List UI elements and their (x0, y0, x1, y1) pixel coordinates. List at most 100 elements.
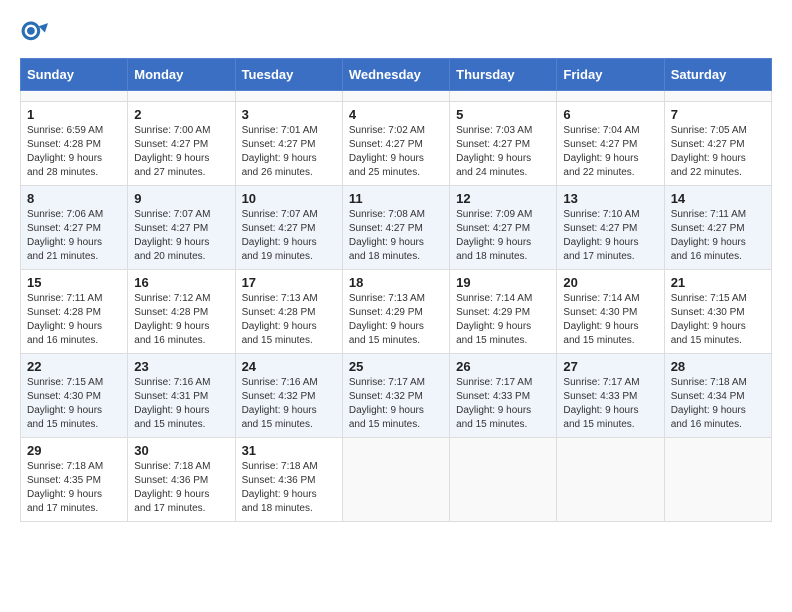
calendar-cell (450, 91, 557, 102)
day-number: 11 (349, 191, 443, 206)
day-number: 15 (27, 275, 121, 290)
day-info: Sunrise: 7:17 AMSunset: 4:33 PMDaylight:… (563, 376, 657, 432)
calendar-cell: 26 Sunrise: 7:17 AMSunset: 4:33 PMDayligh… (450, 354, 557, 438)
day-header-monday: Monday (128, 59, 235, 91)
calendar-cell: 2 Sunrise: 7:00 AMSunset: 4:27 PMDaylight… (128, 102, 235, 186)
calendar-cell: 29 Sunrise: 7:18 AMSunset: 4:35 PMDayligh… (21, 438, 128, 522)
calendar-cell: 15 Sunrise: 7:11 AMSunset: 4:28 PMDayligh… (21, 270, 128, 354)
day-number: 10 (242, 191, 336, 206)
calendar-cell: 6Sunrise: 7:04 AMSunset: 4:27 PMDaylight… (557, 102, 664, 186)
calendar-cell (664, 438, 771, 522)
day-number: 17 (242, 275, 336, 290)
calendar-cell (342, 91, 449, 102)
week-row-1 (21, 91, 772, 102)
week-row-2: 1 Sunrise: 6:59 AMSunset: 4:28 PMDaylight… (21, 102, 772, 186)
calendar-cell: 18 Sunrise: 7:13 AMSunset: 4:29 PMDayligh… (342, 270, 449, 354)
day-number: 4 (349, 107, 443, 122)
day-info: Sunrise: 7:07 AMSunset: 4:27 PMDaylight:… (242, 208, 336, 264)
week-row-6: 29 Sunrise: 7:18 AMSunset: 4:35 PMDayligh… (21, 438, 772, 522)
day-number: 18 (349, 275, 443, 290)
calendar-cell: 28 Sunrise: 7:18 AMSunset: 4:34 PMDayligh… (664, 354, 771, 438)
day-info: Sunrise: 7:02 AMSunset: 4:27 PMDaylight:… (349, 124, 443, 180)
week-row-3: 8 Sunrise: 7:06 AMSunset: 4:27 PMDaylight… (21, 186, 772, 270)
day-number: 1 (27, 107, 121, 122)
day-info: Sunrise: 7:01 AMSunset: 4:27 PMDaylight:… (242, 124, 336, 180)
day-info: Sunrise: 6:59 AMSunset: 4:28 PMDaylight:… (27, 124, 121, 180)
day-number: 13 (563, 191, 657, 206)
calendar-cell: 8 Sunrise: 7:06 AMSunset: 4:27 PMDaylight… (21, 186, 128, 270)
calendar-cell: 13Sunrise: 7:10 AMSunset: 4:27 PMDayligh… (557, 186, 664, 270)
calendar-cell (557, 438, 664, 522)
day-number: 2 (134, 107, 228, 122)
day-number: 6 (563, 107, 657, 122)
calendar-cell: 1 Sunrise: 6:59 AMSunset: 4:28 PMDaylight… (21, 102, 128, 186)
day-info: Sunrise: 7:06 AMSunset: 4:27 PMDaylight:… (27, 208, 121, 264)
day-number: 8 (27, 191, 121, 206)
calendar-cell: 20 Sunrise: 7:14 AMSunset: 4:30 PMDayligh… (557, 270, 664, 354)
calendar-cell: 31Sunrise: 7:18 AMSunset: 4:36 PMDayligh… (235, 438, 342, 522)
day-number: 14 (671, 191, 765, 206)
calendar-cell: 25 Sunrise: 7:17 AMSunset: 4:32 PMDayligh… (342, 354, 449, 438)
calendar-cell: 30Sunrise: 7:18 AMSunset: 4:36 PMDayligh… (128, 438, 235, 522)
calendar-cell: 11Sunrise: 7:08 AMSunset: 4:27 PMDayligh… (342, 186, 449, 270)
calendar-cell (342, 438, 449, 522)
day-info: Sunrise: 7:12 AMSunset: 4:28 PMDaylight:… (134, 292, 228, 348)
day-info: Sunrise: 7:18 AMSunset: 4:35 PMDaylight:… (27, 460, 121, 516)
calendar-cell: 12 Sunrise: 7:09 AMSunset: 4:27 PMDayligh… (450, 186, 557, 270)
day-number: 29 (27, 443, 121, 458)
calendar-cell: 10 Sunrise: 7:07 AMSunset: 4:27 PMDayligh… (235, 186, 342, 270)
day-header-thursday: Thursday (450, 59, 557, 91)
calendar-cell (664, 91, 771, 102)
day-info: Sunrise: 7:17 AMSunset: 4:33 PMDaylight:… (456, 376, 550, 432)
day-number: 26 (456, 359, 550, 374)
day-number: 7 (671, 107, 765, 122)
day-number: 30 (134, 443, 228, 458)
week-row-4: 15 Sunrise: 7:11 AMSunset: 4:28 PMDayligh… (21, 270, 772, 354)
calendar-cell: 3 Sunrise: 7:01 AMSunset: 4:27 PMDaylight… (235, 102, 342, 186)
calendar-table: SundayMondayTuesdayWednesdayThursdayFrid… (20, 58, 772, 522)
day-number: 3 (242, 107, 336, 122)
calendar-cell: 24Sunrise: 7:16 AMSunset: 4:32 PMDayligh… (235, 354, 342, 438)
day-header-row: SundayMondayTuesdayWednesdayThursdayFrid… (21, 59, 772, 91)
day-info: Sunrise: 7:13 AMSunset: 4:29 PMDaylight:… (349, 292, 443, 348)
day-info: Sunrise: 7:07 AMSunset: 4:27 PMDaylight:… (134, 208, 228, 264)
day-info: Sunrise: 7:14 AMSunset: 4:30 PMDaylight:… (563, 292, 657, 348)
day-header-friday: Friday (557, 59, 664, 91)
day-number: 31 (242, 443, 336, 458)
calendar-cell: 19Sunrise: 7:14 AMSunset: 4:29 PMDayligh… (450, 270, 557, 354)
day-number: 27 (563, 359, 657, 374)
day-info: Sunrise: 7:11 AMSunset: 4:28 PMDaylight:… (27, 292, 121, 348)
calendar-cell (557, 91, 664, 102)
day-header-sunday: Sunday (21, 59, 128, 91)
day-info: Sunrise: 7:00 AMSunset: 4:27 PMDaylight:… (134, 124, 228, 180)
calendar-cell: 17 Sunrise: 7:13 AMSunset: 4:28 PMDayligh… (235, 270, 342, 354)
day-number: 19 (456, 275, 550, 290)
day-number: 12 (456, 191, 550, 206)
calendar-cell: 22Sunrise: 7:15 AMSunset: 4:30 PMDayligh… (21, 354, 128, 438)
calendar-cell: 16 Sunrise: 7:12 AMSunset: 4:28 PMDayligh… (128, 270, 235, 354)
day-number: 28 (671, 359, 765, 374)
day-number: 22 (27, 359, 121, 374)
day-number: 16 (134, 275, 228, 290)
calendar-cell (235, 91, 342, 102)
day-info: Sunrise: 7:13 AMSunset: 4:28 PMDaylight:… (242, 292, 336, 348)
day-info: Sunrise: 7:16 AMSunset: 4:32 PMDaylight:… (242, 376, 336, 432)
header (20, 20, 772, 48)
day-header-saturday: Saturday (664, 59, 771, 91)
day-info: Sunrise: 7:17 AMSunset: 4:32 PMDaylight:… (349, 376, 443, 432)
day-info: Sunrise: 7:18 AMSunset: 4:34 PMDaylight:… (671, 376, 765, 432)
calendar-cell: 14 Sunrise: 7:11 AMSunset: 4:27 PMDayligh… (664, 186, 771, 270)
day-info: Sunrise: 7:09 AMSunset: 4:27 PMDaylight:… (456, 208, 550, 264)
calendar-cell (21, 91, 128, 102)
calendar-cell: 23Sunrise: 7:16 AMSunset: 4:31 PMDayligh… (128, 354, 235, 438)
day-info: Sunrise: 7:03 AMSunset: 4:27 PMDaylight:… (456, 124, 550, 180)
calendar-cell (128, 91, 235, 102)
day-number: 23 (134, 359, 228, 374)
day-number: 5 (456, 107, 550, 122)
day-info: Sunrise: 7:15 AMSunset: 4:30 PMDaylight:… (671, 292, 765, 348)
day-number: 20 (563, 275, 657, 290)
day-header-wednesday: Wednesday (342, 59, 449, 91)
day-info: Sunrise: 7:11 AMSunset: 4:27 PMDaylight:… (671, 208, 765, 264)
day-number: 25 (349, 359, 443, 374)
calendar-cell: 7Sunrise: 7:05 AMSunset: 4:27 PMDaylight… (664, 102, 771, 186)
